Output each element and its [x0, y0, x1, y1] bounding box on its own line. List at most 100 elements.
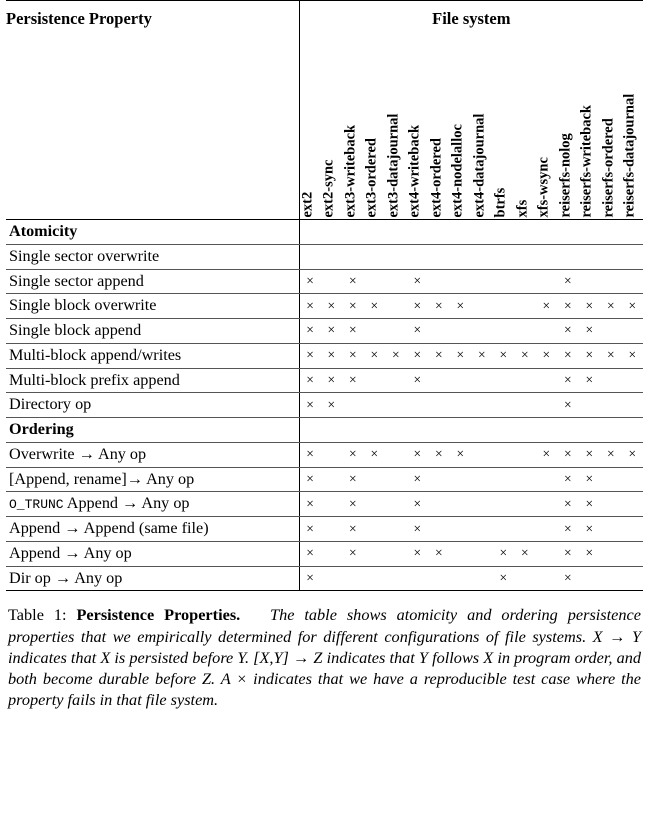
rotated-header-cell: xfs-wsync [536, 43, 558, 219]
cell-failure-mark: × [428, 442, 450, 468]
cell-failure-mark: × [320, 318, 342, 344]
cell-empty [449, 566, 471, 592]
section-title: Atomicity [6, 219, 299, 245]
cross-icon: × [348, 545, 357, 561]
column-header-label: btrfs [492, 187, 509, 217]
cell-empty [514, 244, 536, 270]
cell-empty [535, 541, 557, 567]
cross-icon: × [434, 446, 443, 462]
cross-icon: × [542, 347, 551, 363]
section-title-filler-cell [557, 219, 579, 245]
caption-number: Table 1: [8, 605, 67, 625]
cell-failure-mark: × [578, 491, 600, 518]
cross-icon: × [348, 495, 357, 511]
cell-failure-mark: × [428, 343, 450, 369]
cross-icon: × [327, 347, 336, 363]
cross-icon: × [585, 495, 594, 511]
rotated-header-cell: ext2 [300, 43, 321, 219]
cross-icon: × [306, 446, 314, 462]
cell-empty [320, 516, 342, 542]
cell-empty [428, 368, 450, 394]
section-title-filler-cell [363, 219, 385, 245]
cross-icon: × [585, 322, 594, 338]
cell-empty [600, 318, 622, 344]
cell-empty [385, 368, 407, 394]
cell-failure-mark: × [406, 467, 428, 493]
section-title-filler-cell [621, 417, 644, 443]
cell-empty [428, 318, 450, 344]
cell-failure-mark: × [298, 293, 321, 320]
cross-icon: × [370, 446, 379, 462]
cell-empty [385, 491, 407, 518]
cell-empty [363, 368, 385, 394]
section-title-filler-cell [342, 417, 364, 443]
cell-failure-mark: × [342, 368, 364, 394]
cross-icon: × [306, 570, 314, 586]
property-label: Directory op [6, 392, 299, 419]
cell-failure-mark: × [557, 467, 579, 493]
cell-failure-mark: × [298, 516, 321, 542]
rotated-header-cell: ext4-writeback [407, 43, 429, 219]
cell-failure-mark: × [298, 467, 321, 493]
section-header-row: Atomicity [6, 219, 644, 245]
cell-empty [320, 244, 342, 270]
cell-failure-mark: × [471, 343, 493, 369]
rotated-header-cell: ext4-nodelalloc [450, 43, 472, 219]
cell-empty [385, 392, 407, 419]
cell-failure-mark: × [557, 293, 579, 320]
cell-empty [621, 491, 644, 518]
cell-empty [600, 566, 622, 592]
cell-empty [428, 244, 450, 270]
cell-empty [428, 392, 450, 419]
cell-empty [471, 269, 493, 295]
cross-icon: × [477, 347, 486, 363]
cross-icon: × [585, 347, 594, 363]
cell-failure-mark: × [298, 318, 321, 344]
section-title-filler-cell [492, 219, 514, 245]
cell-failure-mark: × [600, 442, 622, 468]
cross-icon: × [563, 471, 572, 486]
cell-empty [514, 516, 536, 542]
cell-failure-mark: × [342, 516, 364, 542]
rotated-header-cell: reiserfs-ordered [600, 43, 622, 219]
cell-empty [342, 244, 364, 270]
column-header-ext3-ordered: ext3-ordered [363, 41, 386, 220]
cell-empty [406, 244, 428, 270]
cell-empty [363, 566, 385, 592]
section-title-filler-cell [449, 219, 471, 245]
cell-empty [514, 467, 536, 493]
cell-failure-mark: × [514, 541, 536, 567]
cell-empty [449, 244, 471, 270]
cell-empty [557, 244, 579, 270]
column-header-ext4-ordered: ext4-ordered [428, 41, 450, 220]
column-header-ext3-datajournal: ext3-datajournal [385, 41, 407, 220]
header-spacer [6, 41, 299, 220]
cross-icon: × [456, 297, 465, 313]
cross-icon: × [563, 495, 572, 511]
table-row: O_TRUNC Append → Any op × × × × × [6, 491, 644, 518]
cell-empty [492, 392, 514, 419]
table-row: Append → Any op × × × × × × × × [6, 541, 644, 567]
cross-icon: × [456, 347, 465, 363]
cell-failure-mark: × [535, 293, 557, 320]
filesystem-group-title: File system [298, 0, 644, 41]
cell-empty [471, 392, 493, 419]
cell-empty [449, 392, 471, 419]
cell-empty [320, 467, 342, 493]
rotated-header-cell: reiserfs-nolog [557, 43, 579, 219]
rotated-header-cell: ext3-writeback [342, 43, 364, 219]
cell-failure-mark: × [406, 343, 428, 369]
cross-icon: × [585, 471, 594, 486]
cell-failure-mark: × [578, 318, 600, 344]
property-label: Single block overwrite [6, 293, 299, 320]
cell-empty [578, 566, 600, 592]
cell-empty [535, 392, 557, 419]
rotated-header-cell: ext3-ordered [364, 43, 386, 219]
rotated-header-cell: reiserfs-writeback [579, 43, 601, 219]
cell-empty [320, 566, 342, 592]
section-title-filler-cell [514, 219, 536, 245]
cell-empty [600, 467, 622, 493]
column-header-label: ext3-writeback [342, 124, 359, 217]
rotated-header-cell: reiserfs-datajournal [622, 43, 644, 219]
cell-failure-mark: × [621, 442, 644, 468]
